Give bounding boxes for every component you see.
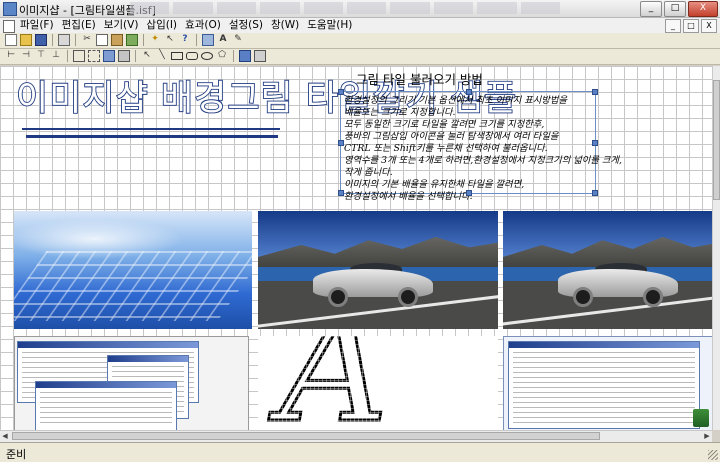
vertical-scrollbar[interactable] — [712, 66, 720, 430]
resize-handle[interactable] — [592, 140, 598, 146]
car-image[interactable] — [258, 211, 498, 329]
effect-icon[interactable]: ✦ — [149, 34, 161, 46]
instruction-text: 환경설정의 그리기 기본 옵션에서 최초 이미지 표시방법을 배율또는 크기로 … — [344, 95, 622, 203]
save-icon[interactable] — [35, 34, 47, 46]
toolbar-separator — [196, 34, 197, 46]
image-icon[interactable] — [126, 34, 138, 46]
align-left-icon[interactable]: ⊢ — [5, 50, 17, 62]
instruction-line: 영역수를 3개 또는 4개로 하려면,환경설정에서 지정크기의 넓이를 크게, — [344, 155, 622, 166]
title-bar: 이미지샵 - [그림타일샘플.isf] _ □ X — [0, 0, 720, 18]
polygon-tool-icon[interactable]: ⬠ — [216, 50, 228, 62]
instruction-line: 배율또는 크기로 지정합니다. — [344, 107, 456, 118]
pointer-help-icon[interactable]: ↖ — [164, 34, 176, 46]
wordart-underline — [22, 128, 280, 130]
resize-handle[interactable] — [338, 89, 344, 95]
maximize-button[interactable]: □ — [664, 1, 686, 17]
select-arrow-icon[interactable]: ↖ — [141, 50, 153, 62]
doc-restore-button[interactable]: □ — [683, 19, 699, 33]
scroll-right-icon[interactable]: ▶ — [702, 431, 712, 442]
doc-minimize-button[interactable]: _ — [665, 19, 681, 33]
text-icon[interactable]: A — [217, 34, 229, 46]
rectangle-tool-icon[interactable] — [171, 52, 183, 60]
menu-view[interactable]: 보기(V) — [100, 19, 143, 32]
menu-file[interactable]: 파일(F) — [16, 19, 58, 32]
group-icon[interactable] — [73, 50, 85, 62]
copy-icon[interactable] — [96, 34, 108, 46]
send-back-icon[interactable] — [118, 50, 130, 62]
resize-handle[interactable] — [466, 190, 472, 196]
print-icon[interactable] — [58, 34, 70, 46]
menu-help[interactable]: 도움말(H) — [303, 19, 356, 32]
instruction-line: CTRL 또는 Shift키를 누른채 선택하여 불러옵니다. — [344, 143, 548, 154]
toolbar-separator — [67, 50, 68, 62]
document-icon[interactable] — [3, 20, 15, 33]
new-document-icon[interactable] — [5, 34, 17, 46]
resize-handle[interactable] — [592, 89, 598, 95]
menu-window[interactable]: 창(W) — [267, 19, 303, 32]
cut-icon[interactable]: ✂ — [81, 34, 93, 46]
scroll-left-icon[interactable]: ◀ — [0, 431, 10, 442]
window-icon[interactable] — [202, 34, 214, 46]
open-folder-icon[interactable] — [20, 34, 32, 46]
resize-handle[interactable] — [592, 190, 598, 196]
section-title[interactable]: 그림 타일 불러오기 방법 — [356, 69, 483, 88]
toolbar-separator — [233, 50, 234, 62]
drawing-toolbar: ⊢ ⊣ ⊤ ⊥ ↖ ╲ ⬠ — [0, 49, 720, 65]
keyboard-image[interactable] — [14, 211, 252, 329]
horizontal-scrollbar[interactable]: ◀ ▶ — [0, 430, 712, 442]
resize-handle[interactable] — [338, 190, 344, 196]
image-tool-icon[interactable] — [239, 50, 251, 62]
menu-settings[interactable]: 설정(S) — [225, 19, 267, 32]
rounded-rect-tool-icon[interactable] — [186, 52, 198, 60]
instruction-textbox[interactable]: 환경설정의 그리기 기본 옵션에서 최초 이미지 표시방법을 배율또는 크기로 … — [338, 89, 622, 202]
question-help-icon[interactable]: ? — [179, 34, 191, 46]
horizontal-scroll-thumb[interactable] — [12, 432, 600, 440]
instruction-line: 풍바의 그림삽입 아이콘을 눌러 탐색창에서 여러 타일을 — [344, 131, 559, 142]
close-button[interactable]: X — [688, 1, 718, 17]
minimize-button[interactable]: _ — [640, 1, 662, 17]
line-tool-icon[interactable]: ╲ — [156, 50, 168, 62]
keyboard-keys — [14, 251, 252, 321]
status-text: 준비 — [6, 448, 27, 461]
resize-handle[interactable] — [338, 140, 344, 146]
screenshot-image[interactable] — [503, 336, 712, 430]
toolbar-separator — [75, 34, 76, 46]
doc-close-button[interactable]: X — [701, 19, 717, 33]
toolbar-separator — [52, 34, 53, 46]
paste-icon[interactable] — [111, 34, 123, 46]
app-icon — [3, 2, 17, 16]
letter-image[interactable]: A — [258, 336, 498, 430]
menu-bar: 파일(F) 편집(E) 보기(V) 삽입(I) 효과(O) 설정(S) 창(W)… — [0, 18, 720, 34]
menu-edit[interactable]: 편집(E) — [58, 19, 100, 32]
status-bar: 준비 — [0, 442, 720, 462]
instruction-line: 환경설정의 그리기 기본 옵션에서 최초 이미지 표시방법을 — [344, 95, 568, 106]
standard-toolbar: ✂ ✦ ↖ ? A ✎ — [0, 33, 720, 49]
recycle-bin-icon — [693, 409, 709, 427]
screenshot-image[interactable] — [14, 336, 249, 430]
toolbar-separator — [143, 34, 144, 46]
bring-front-icon[interactable] — [103, 50, 115, 62]
instruction-line: 모두 동일한 크기로 타일을 깔려면 크기를 지정한후, — [344, 119, 545, 130]
menu-insert[interactable]: 삽입(I) — [142, 19, 181, 32]
vertical-scroll-thumb[interactable] — [713, 80, 720, 200]
toolbar-separator — [135, 50, 136, 62]
ellipse-tool-icon[interactable] — [201, 52, 213, 60]
ungroup-icon[interactable] — [88, 50, 100, 62]
document-canvas[interactable]: 이미지샵 배경그림 타일깔기 샘플 그림 타일 불러오기 방법 환경설정의 그리… — [0, 66, 712, 430]
pen-icon[interactable]: ✎ — [232, 34, 244, 46]
instruction-line: 작게 줍니다. — [344, 167, 393, 178]
wordart-underline — [26, 135, 278, 138]
align-top-icon[interactable]: ⊤ — [35, 50, 47, 62]
car-image[interactable] — [503, 211, 712, 329]
resize-handle[interactable] — [466, 89, 472, 95]
resize-grip-icon[interactable] — [708, 450, 718, 460]
camera-tool-icon[interactable] — [254, 50, 266, 62]
taskbar-ghost — [130, 2, 561, 14]
align-right-icon[interactable]: ⊣ — [20, 50, 32, 62]
align-bottom-icon[interactable]: ⊥ — [50, 50, 62, 62]
menu-effect[interactable]: 효과(O) — [181, 19, 225, 32]
